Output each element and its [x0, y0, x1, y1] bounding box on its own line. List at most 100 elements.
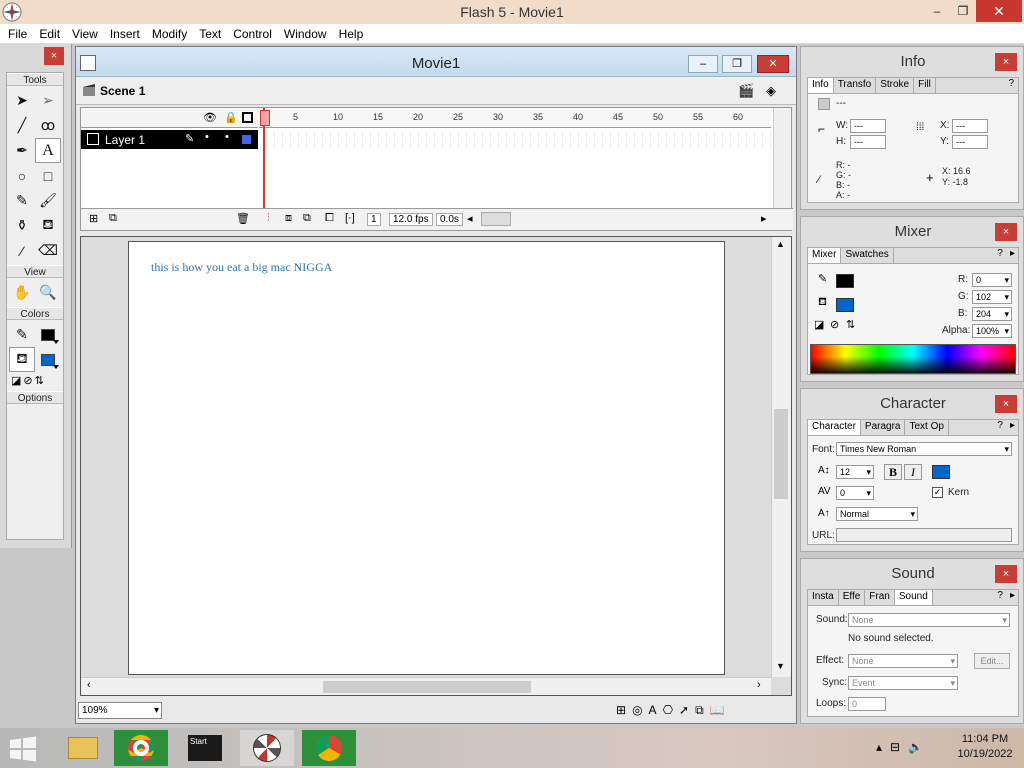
show-instance-icon[interactable]: ⎔	[663, 703, 673, 718]
add-layer-icon[interactable]: ⊞	[89, 212, 98, 225]
taskbar-file-explorer[interactable]	[56, 730, 110, 766]
network-icon[interactable]: ⊟	[890, 740, 900, 754]
outline-icon[interactable]	[242, 112, 253, 123]
hand-tool-icon[interactable]: ✋	[9, 280, 35, 305]
arrow-tool-icon[interactable]: ➤	[9, 88, 35, 113]
movie-close-button[interactable]: ✕	[757, 55, 789, 73]
tab-paragraph[interactable]: Paragra	[861, 420, 906, 435]
pencil-tool-icon[interactable]: ✎	[9, 188, 35, 213]
playhead[interactable]	[260, 108, 270, 210]
zoom-tool-icon[interactable]: 🔍	[35, 280, 61, 305]
tab-transform[interactable]: Transfo	[834, 78, 877, 93]
scroll-right-icon[interactable]: ›	[757, 679, 761, 691]
show-library-icon[interactable]: 📖	[710, 703, 725, 718]
layer-frames[interactable]	[259, 130, 771, 149]
mixer-stroke-swatch[interactable]	[836, 274, 854, 288]
scroll-left-icon[interactable]: ‹	[87, 679, 91, 691]
movie-maximize-button[interactable]: ❐	[722, 55, 752, 73]
y-field[interactable]: ---	[952, 135, 988, 149]
timeline-hscroll-thumb[interactable]	[481, 212, 511, 226]
add-guide-layer-icon[interactable]: ⧉	[109, 212, 117, 225]
tab-fill[interactable]: Fill	[914, 78, 936, 93]
frame-rate-field[interactable]: 12.0 fps	[389, 213, 433, 226]
layer-lock-dot-icon[interactable]: •	[225, 131, 229, 143]
show-hide-eye-icon[interactable]: 👁	[203, 111, 217, 124]
color-spectrum[interactable]	[810, 344, 1016, 374]
volume-icon[interactable]: 🔈	[908, 740, 923, 754]
bold-button[interactable]: B	[884, 464, 902, 480]
font-size-field[interactable]: 12	[836, 465, 874, 479]
eraser-tool-icon[interactable]: ⌫	[35, 238, 61, 263]
r-field[interactable]: 0	[972, 273, 1012, 287]
lasso-tool-icon[interactable]: ꝏ	[35, 113, 61, 138]
menu-edit[interactable]: Edit	[33, 25, 66, 43]
timeline-scroll-left-icon[interactable]: ◂	[467, 212, 473, 225]
tools-close-button[interactable]: ×	[44, 47, 64, 65]
mixer-no-color-icon[interactable]: ⊘	[830, 318, 839, 331]
edit-multiple-frames-icon[interactable]: ⧠	[325, 212, 334, 225]
taskbar-clock[interactable]: 11:04 PM 10/19/2022	[950, 732, 1020, 762]
tab-frame[interactable]: Fran	[865, 590, 895, 605]
timeline-ruler[interactable]: 5 10 15 20 25 30 35 40 45 50 55 60	[259, 108, 771, 128]
tab-info[interactable]: Info	[808, 78, 834, 93]
menu-file[interactable]: File	[2, 25, 33, 43]
mixer-close-button[interactable]: ×	[995, 223, 1017, 241]
layer-outline-color-icon[interactable]	[242, 135, 251, 144]
edit-scene-icon[interactable]: 🎬	[738, 83, 754, 99]
kern-checkbox[interactable]: ✓	[932, 487, 943, 498]
close-button[interactable]: ✕	[976, 0, 1022, 22]
sync-select[interactable]: Event	[848, 676, 958, 690]
taskbar-flash[interactable]	[240, 730, 294, 766]
maximize-button[interactable]: ❐	[950, 0, 976, 22]
show-movie-explorer-icon[interactable]: ⧉	[695, 703, 704, 718]
lock-icon[interactable]: 🔒	[224, 111, 238, 124]
text-color-swatch[interactable]	[932, 465, 950, 479]
help-icon[interactable]: ?	[993, 590, 1007, 605]
mixer-default-colors-icon[interactable]: ◪	[814, 318, 824, 331]
baseline-select[interactable]: Normal	[836, 507, 918, 521]
minimize-button[interactable]: –	[924, 0, 950, 22]
font-select[interactable]: Times New Roman	[836, 442, 1012, 456]
menu-help[interactable]: Help	[333, 25, 370, 43]
tab-swatches[interactable]: Swatches	[841, 248, 894, 263]
show-info-icon[interactable]: ⊞	[616, 703, 626, 718]
rectangle-tool-icon[interactable]: □	[35, 163, 61, 188]
stage-vertical-scrollbar[interactable]: ▲ ▼	[771, 237, 791, 677]
tray-expand-icon[interactable]: ▴	[876, 740, 882, 754]
x-field[interactable]: ---	[952, 119, 988, 133]
modify-onion-markers-icon[interactable]: [·]	[345, 212, 355, 224]
subselect-tool-icon[interactable]: ➢	[35, 88, 61, 113]
help-icon[interactable]: ?	[993, 248, 1007, 263]
stage-hscroll-thumb[interactable]	[323, 681, 531, 693]
tab-instance[interactable]: Insta	[808, 590, 839, 605]
onion-outline-icon[interactable]: ⧉	[303, 212, 311, 225]
line-tool-icon[interactable]: ╱	[9, 113, 35, 138]
no-color-icon[interactable]: ⊘	[23, 374, 32, 387]
oval-tool-icon[interactable]: ○	[9, 163, 35, 188]
onion-skin-icon[interactable]: ⧈	[285, 212, 292, 225]
brush-tool-icon[interactable]: 🖌	[35, 188, 61, 213]
g-field[interactable]: 102	[972, 290, 1012, 304]
show-character-icon[interactable]: A	[649, 703, 657, 718]
default-colors-icon[interactable]: ◪	[11, 374, 21, 387]
timeline-vertical-scrollbar[interactable]	[773, 108, 791, 208]
text-tool-icon[interactable]: A	[35, 138, 61, 163]
menu-modify[interactable]: Modify	[146, 25, 193, 43]
menu-view[interactable]: View	[66, 25, 104, 43]
effect-select[interactable]: None	[848, 654, 958, 668]
h-field[interactable]: ---	[850, 135, 886, 149]
delete-layer-icon[interactable]: 🗑	[236, 212, 250, 225]
menu-window[interactable]: Window	[278, 25, 333, 43]
paint-bucket-tool-icon[interactable]: ⛾	[35, 213, 61, 238]
menu-control[interactable]: Control	[227, 25, 278, 43]
character-close-button[interactable]: ×	[995, 395, 1017, 413]
taskbar-chrome[interactable]	[114, 730, 168, 766]
tab-text-options[interactable]: Text Op	[905, 420, 949, 435]
flash-app-icon[interactable]	[2, 2, 22, 22]
help-icon[interactable]: ?	[1004, 78, 1018, 93]
taskbar-start-app[interactable]: Start	[178, 730, 232, 766]
mixer-fill-swatch[interactable]	[836, 298, 854, 312]
stage-horizontal-scrollbar[interactable]: ‹ ›	[81, 677, 771, 695]
tab-sound[interactable]: Sound	[894, 590, 933, 605]
ink-bottle-tool-icon[interactable]: ⚱	[9, 213, 35, 238]
